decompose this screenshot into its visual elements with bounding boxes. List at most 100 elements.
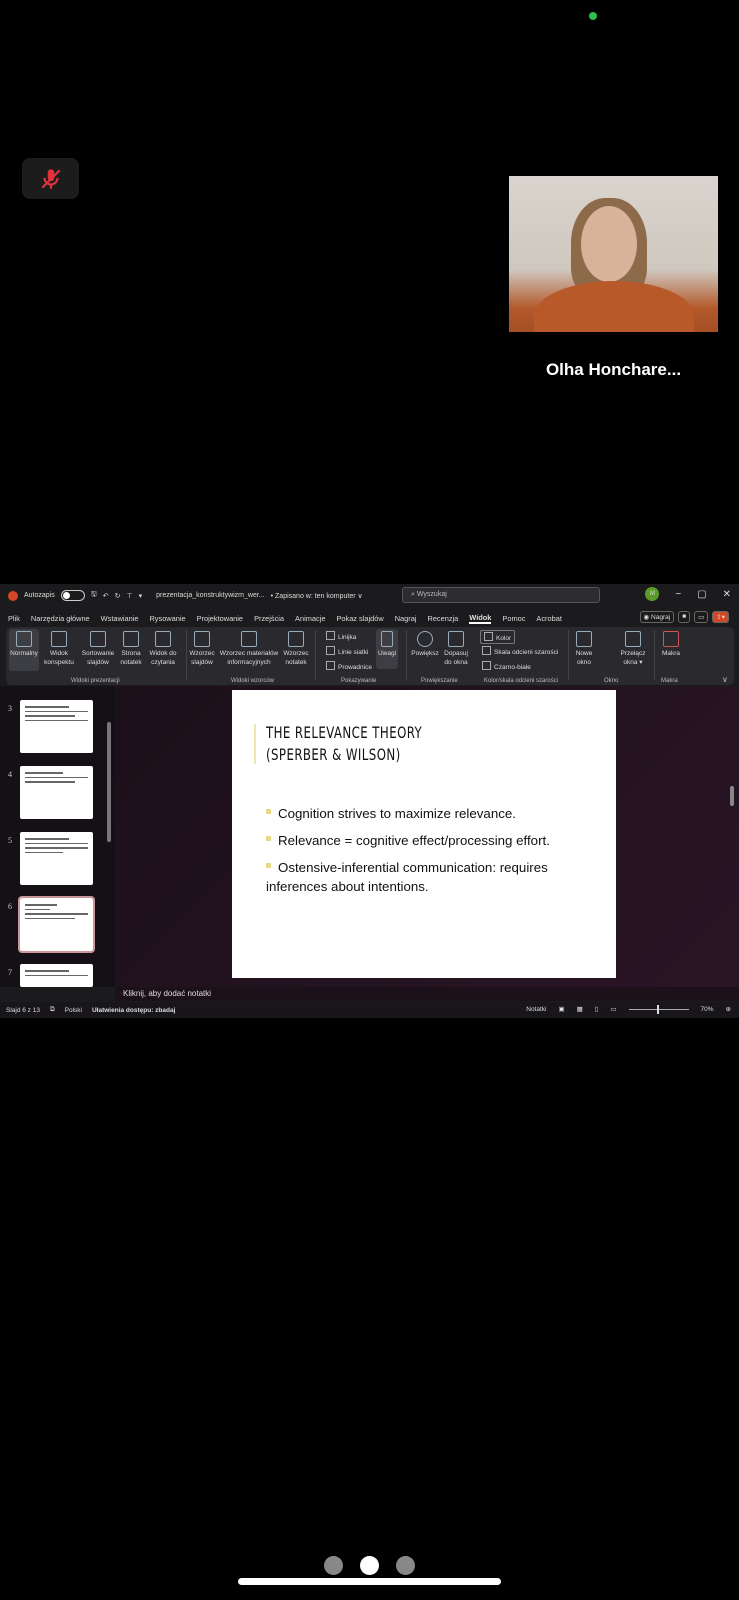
normal-view-icon[interactable]: ▣ [558,1005,564,1013]
accessibility-status[interactable]: Ułatwienia dostępu: zbadaj [92,1007,175,1014]
thumb-number: 4 [8,770,12,779]
black-white-button[interactable]: Czarno-białe [482,661,531,671]
tab-home[interactable]: Narzędzia główne [31,614,90,623]
bullet: Ostensive-inferential communication: req… [266,858,566,896]
notes-pane[interactable]: Kliknij, aby dodać notatki [115,987,739,1001]
slide-scrollbar[interactable] [730,786,734,806]
thumb-number: 7 [8,968,12,977]
page-indicator-dot-active[interactable] [360,1556,379,1575]
fit-window-button[interactable]: Dopasuj do okna [442,629,470,667]
tab-review[interactable]: Recenzja [427,614,458,623]
zoom-level: 70% [700,1005,714,1013]
group-label: Kolor/skala odcieni szarości [484,678,559,684]
group-label: Pokazywanie [341,678,377,684]
collapse-ribbon-icon[interactable]: ∨ [722,675,728,684]
tab-record[interactable]: Nagraj [395,614,417,623]
current-slide[interactable]: THE RELEVANCE THEORY (SPERBER & WILSON) C… [232,690,616,978]
tab-view[interactable]: Widok [469,613,492,624]
search-input[interactable]: ⌕ Wyszukaj [402,587,600,603]
tab-draw[interactable]: Rysowanie [149,614,185,623]
slide-title[interactable]: THE RELEVANCE THEORY (SPERBER & WILSON) [266,722,422,766]
notes-master-button[interactable]: Wzorzec notatek [282,629,310,667]
slide-thumbnail-selected[interactable] [18,896,95,953]
undo-icon[interactable]: ↶ [103,592,109,600]
page-indicator-dot[interactable] [324,1556,343,1575]
view-sorter-button[interactable]: Sortowanie slajdów [80,629,116,667]
zoom-button[interactable]: Powiększ [410,629,440,658]
group-label: Makra [661,678,678,684]
view-normal-button[interactable]: Normalny [9,629,39,671]
camera-active-indicator [589,12,597,20]
magnifier-icon [417,631,433,647]
slide-bullets[interactable]: Cognition strives to maximize relevance.… [266,804,566,904]
color-button[interactable]: Kolor [480,630,516,644]
handout-master-button[interactable]: Wzorzec materiałów informacyjnych [218,629,280,667]
group-label: Okno [604,678,619,684]
tab-animations[interactable]: Animacje [295,614,325,623]
muted-participant-tile[interactable] [22,158,79,199]
redo-icon[interactable]: ↻ [115,592,121,600]
title-accent-bar [254,724,256,764]
new-window-button[interactable]: Nowe okno [572,629,596,667]
macros-button[interactable]: Makra [658,629,684,658]
slide-thumbnail[interactable] [20,700,93,753]
view-outline-button[interactable]: Widok konspektu [42,629,76,667]
view-reading-button[interactable]: Widok do czytania [146,629,180,667]
slideshow-icon[interactable]: ▭ [610,1005,616,1013]
thumb-number: 3 [8,704,12,713]
fit-slide-icon[interactable]: ⊕ [726,1005,731,1013]
comments-button[interactable]: ▭ [694,611,709,623]
slide-thumbnail[interactable] [20,832,93,885]
bullet: Relevance = cognitive effect/processing … [266,831,566,850]
thumbnail-scrollbar[interactable] [107,722,111,842]
zoom-slider[interactable] [628,1004,689,1014]
powerpoint-logo-icon [8,590,18,601]
present-icon[interactable]: ⊤ [126,592,132,600]
save-status[interactable]: • Zapisano w: ten komputer ∨ [271,592,363,600]
tab-plik[interactable]: Plik [8,614,20,623]
close-button[interactable]: ✕ [723,589,731,600]
slide-editor[interactable]: THE RELEVANCE THEORY (SPERBER & WILSON) C… [115,686,739,987]
participant-video[interactable] [509,176,718,332]
shared-screen-powerpoint[interactable]: Autozapis 🖫 ↶ ↻ ⊤ ▾ prezentacja_konstruk… [0,584,739,1018]
tab-help[interactable]: Pomoc [502,614,525,623]
tab-acrobat[interactable]: Acrobat [536,614,561,623]
customize-qat-icon[interactable]: ▾ [139,592,143,600]
tab-slideshow[interactable]: Pokaz slajdów [336,614,383,623]
slide-thumbnail[interactable] [20,964,93,987]
slide-master-button[interactable]: Wzorzec slajdów [188,629,216,667]
group-label: Powiększanie [421,678,458,684]
autosave-toggle[interactable] [60,590,85,601]
tab-insert[interactable]: Wstawianie [101,614,139,623]
participant-name: Olha Honchare... [545,360,682,379]
record-button[interactable]: ◉ Nagraj [639,611,675,623]
account-avatar[interactable]: M [645,587,660,601]
home-indicator[interactable] [238,1578,501,1585]
grayscale-button[interactable]: Skala odcieni szarości [482,646,558,656]
notes-toggle[interactable]: Notatki [526,1006,546,1013]
video-body [534,281,694,332]
guides-checkbox[interactable]: Prowadnice [326,661,372,671]
switch-windows-button[interactable]: Przełącz okna ▾ [618,629,648,667]
file-name[interactable]: prezentacja_konstruktywizm_wer... [156,592,265,599]
save-icon[interactable]: 🖫 [91,590,97,601]
gridlines-checkbox[interactable]: Linie siatki [326,646,368,656]
restore-button[interactable]: ▢ [697,589,706,600]
notes-button[interactable]: Uwagi [376,629,398,669]
share-button[interactable]: ⇧▾ [712,611,729,623]
thumb-number: 5 [8,836,12,845]
language[interactable]: Polski [65,1007,82,1014]
page-indicator-dot[interactable] [396,1556,415,1575]
tab-transitions[interactable]: Przejścia [254,614,284,623]
tab-design[interactable]: Projektowanie [197,614,243,623]
camera-button[interactable]: ■ [678,611,691,623]
view-notes-page-button[interactable]: Strona notatek [118,629,144,667]
slide-thumbnail[interactable] [20,766,93,819]
minimize-button[interactable]: − [675,589,681,600]
ruler-checkbox[interactable]: Linijka [326,631,356,641]
sorter-view-icon[interactable]: ▦ [577,1005,583,1013]
reading-view-icon[interactable]: ▯ [595,1005,599,1013]
autosave-label: Autozapis [24,592,55,599]
spelling-icon[interactable]: ⧉ [50,1006,55,1014]
bullet: Cognition strives to maximize relevance. [266,804,566,823]
